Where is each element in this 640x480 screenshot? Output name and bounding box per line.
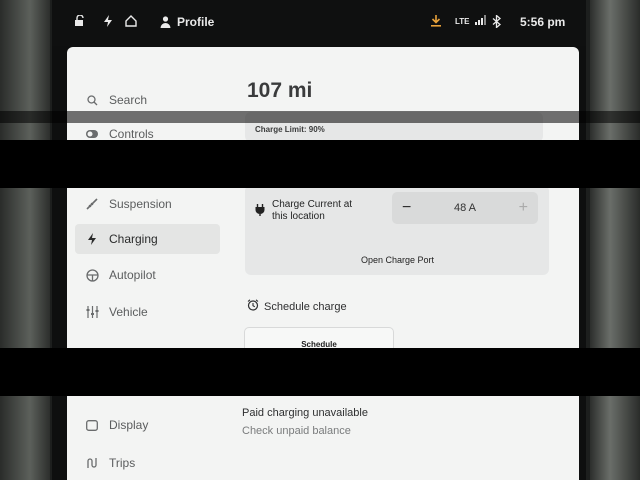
- charge-current-value: 48 A: [453, 202, 477, 214]
- network-label: LTE: [455, 16, 470, 26]
- check-unpaid-balance-link[interactable]: Check unpaid balance: [242, 425, 351, 437]
- scan-band: [0, 140, 640, 188]
- profile-label: Profile: [177, 15, 215, 29]
- sidebar-item-label: Charging: [109, 232, 158, 246]
- scan-band: [0, 348, 640, 396]
- sidebar-item-label: Suspension: [109, 197, 172, 211]
- toggle-icon: [85, 127, 99, 141]
- sidebar-item-trips[interactable]: Trips: [75, 448, 220, 478]
- home-icon[interactable]: [125, 15, 137, 27]
- download-icon[interactable]: [430, 15, 442, 27]
- sidebar-item-display[interactable]: Display: [75, 410, 220, 440]
- sliders-icon: [85, 305, 99, 319]
- charge-limit-label: Charge Limit: 90%: [255, 125, 325, 134]
- plug-icon: [255, 203, 265, 221]
- sidebar-item-label: Display: [109, 418, 149, 432]
- bluetooth-icon[interactable]: [492, 15, 502, 28]
- sidebar-item-label: Autopilot: [109, 268, 156, 282]
- decrease-current-button[interactable]: −: [402, 199, 411, 217]
- sidebar-item-label: Controls: [109, 127, 154, 141]
- suspension-icon: [85, 197, 99, 211]
- open-charge-port-button[interactable]: Open Charge Port: [247, 245, 548, 275]
- trips-icon: [85, 456, 99, 470]
- charge-current-stepper: − 48 A +: [392, 192, 538, 224]
- profile-button[interactable]: Profile: [158, 15, 214, 29]
- schedule-charge-label: Schedule charge: [264, 300, 347, 313]
- display-bezel-left: [0, 0, 50, 480]
- increase-current-button[interactable]: +: [519, 199, 528, 217]
- sidebar-item-label: Trips: [109, 456, 136, 470]
- display-bezel-right: [590, 0, 640, 480]
- sidebar-item-label: Vehicle: [109, 305, 148, 319]
- schedule-charge-row: Schedule charge: [247, 299, 347, 314]
- status-bar: Profile LTE 5:56 pm: [52, 0, 586, 46]
- search-icon: [85, 93, 99, 107]
- touchscreen: Profile LTE 5:56 pm Search Controls Susp…: [52, 0, 586, 480]
- bolt-icon[interactable]: [102, 15, 114, 27]
- network-status: LTE: [455, 15, 487, 27]
- sidebar-item-label: Search: [109, 93, 148, 107]
- alarm-clock-icon: [247, 299, 259, 314]
- sidebar-item-charging[interactable]: Charging: [75, 224, 220, 254]
- display-icon: [85, 418, 99, 432]
- bolt-icon: [85, 232, 99, 246]
- charge-current-label: Charge Current at this location: [272, 199, 353, 222]
- signal-icon: [474, 15, 487, 27]
- person-icon: [158, 15, 172, 29]
- clock: 5:56 pm: [520, 15, 566, 29]
- estimated-range: 107 mi: [247, 79, 313, 102]
- steering-wheel-icon: [85, 268, 99, 282]
- paid-charging-status: Paid charging unavailable: [242, 407, 368, 419]
- scan-band: [0, 111, 640, 123]
- sidebar-item-autopilot[interactable]: Autopilot: [75, 260, 220, 290]
- sidebar-item-vehicle[interactable]: Vehicle: [75, 297, 220, 327]
- sidebar-item-suspension[interactable]: Suspension: [75, 189, 220, 219]
- lock-open-icon[interactable]: [74, 15, 86, 27]
